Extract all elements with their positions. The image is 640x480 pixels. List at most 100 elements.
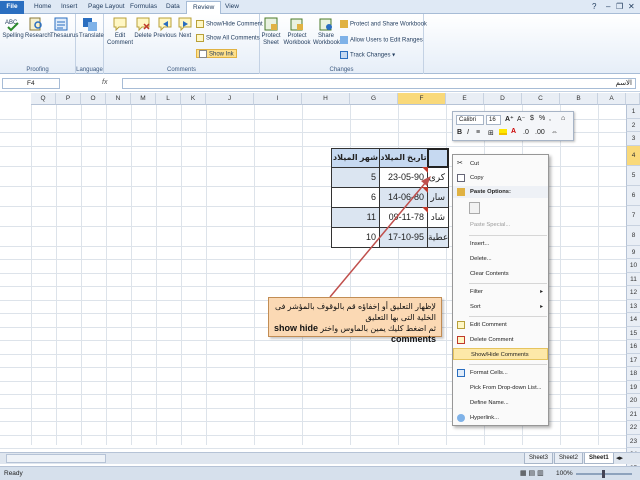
cell-date-4[interactable]: 17-10-95 xyxy=(379,227,428,248)
align-center-icon[interactable]: ≡ xyxy=(476,129,480,136)
font-name-select[interactable]: Calibri xyxy=(456,115,484,125)
column-header[interactable]: B xyxy=(560,93,598,105)
column-header[interactable]: D xyxy=(484,93,522,105)
sheet-nav-arrows-icon[interactable]: ◂▸ xyxy=(616,454,623,462)
cell-month-2[interactable]: 6 xyxy=(331,187,380,208)
paste-button[interactable] xyxy=(469,202,480,214)
zoom-level[interactable]: 100% xyxy=(556,467,573,480)
row-header[interactable]: 23 xyxy=(626,434,640,448)
menu-item-clear-contents[interactable]: Clear Contents xyxy=(453,268,548,280)
help-icon[interactable]: ? xyxy=(592,2,596,11)
sheet-tab-sheet3[interactable]: Sheet3 xyxy=(524,453,554,464)
column-header[interactable]: K xyxy=(181,93,206,105)
edit-comment-button[interactable]: Edit Comment xyxy=(107,16,133,47)
menu-item-copy[interactable]: Copy xyxy=(453,172,548,184)
menu-item-hyperlink[interactable]: Hyperlink... xyxy=(453,412,548,424)
menu-item-paste-special[interactable]: Paste Special... xyxy=(453,219,548,231)
select-all-corner[interactable] xyxy=(626,93,640,105)
column-header[interactable]: P xyxy=(56,93,81,105)
header-birth-month[interactable]: شهر الميلاد xyxy=(331,148,380,168)
column-header[interactable]: I xyxy=(254,93,302,105)
menu-item-show-hide-comments[interactable]: Show/Hide Comments xyxy=(453,348,548,360)
increase-decimal-icon[interactable]: .0 xyxy=(523,129,529,136)
menu-item-filter[interactable]: Filter ▸ xyxy=(453,286,548,298)
row-header[interactable]: 4 xyxy=(626,145,640,166)
row-header[interactable]: 21 xyxy=(626,407,640,421)
row-header[interactable]: 22 xyxy=(626,421,640,435)
row-header[interactable]: 2 xyxy=(626,118,640,132)
row-header[interactable]: 1 xyxy=(626,105,640,119)
percent-format-button[interactable]: % xyxy=(539,115,545,122)
font-color-icon[interactable]: A xyxy=(511,128,516,135)
cell-name-1[interactable]: كرى xyxy=(427,167,449,188)
tab-review[interactable]: Review xyxy=(186,1,222,14)
fill-color-icon[interactable] xyxy=(499,129,507,135)
restore-icon[interactable]: ❐ xyxy=(616,2,623,11)
cell-date-1[interactable]: 23-05-90 xyxy=(379,167,428,188)
merge-center-icon[interactable]: ⇔ xyxy=(551,129,558,136)
protect-sheet-button[interactable]: Protect Sheet xyxy=(261,16,281,47)
sheet-tab-sheet1[interactable]: Sheet1 xyxy=(584,453,614,464)
view-buttons-icon[interactable]: ▦ ▤ ▥ xyxy=(520,467,544,480)
tab-home[interactable]: Home xyxy=(28,1,57,14)
cell-month-3[interactable]: 11 xyxy=(331,207,380,228)
column-header[interactable]: M xyxy=(131,93,156,105)
column-header[interactable]: H xyxy=(302,93,350,105)
menu-item-delete[interactable]: Delete... xyxy=(453,253,548,265)
selected-cell-f4[interactable] xyxy=(427,148,449,168)
italic-icon[interactable]: I xyxy=(467,129,469,136)
tab-insert[interactable]: Insert xyxy=(55,1,83,14)
cell-month-4[interactable]: 10 xyxy=(331,227,380,248)
row-header[interactable]: 8 xyxy=(626,225,640,246)
allow-users-edit-ranges-button[interactable]: Allow Users to Edit Ranges xyxy=(340,36,423,45)
protect-workbook-button[interactable]: Protect Workbook xyxy=(283,16,311,47)
row-header[interactable]: 6 xyxy=(626,185,640,206)
row-header[interactable]: 7 xyxy=(626,205,640,226)
delete-comment-button[interactable]: Delete xyxy=(132,16,154,40)
cell-date-2[interactable]: 14-06-80 xyxy=(379,187,428,208)
next-comment-button[interactable]: Next xyxy=(176,16,194,40)
menu-item-format-cells[interactable]: Format Cells... xyxy=(453,367,548,379)
cell-name-4[interactable]: عطية xyxy=(427,227,449,248)
name-box[interactable]: F4 xyxy=(2,78,60,89)
row-header[interactable]: 17 xyxy=(626,353,640,367)
currency-format-button[interactable]: $ xyxy=(530,115,534,122)
menu-item-define-name[interactable]: Define Name... xyxy=(453,397,548,409)
row-header[interactable]: 10 xyxy=(626,259,640,273)
row-header[interactable]: 12 xyxy=(626,286,640,300)
comma-style-icon[interactable]: , xyxy=(549,115,551,122)
menu-item-edit-comment[interactable]: Edit Comment xyxy=(453,319,548,331)
column-header[interactable]: L xyxy=(156,93,181,105)
row-header[interactable]: 5 xyxy=(626,165,640,186)
decrease-decimal-icon[interactable]: .00 xyxy=(535,129,545,136)
row-header[interactable]: 16 xyxy=(626,340,640,354)
row-header[interactable]: 18 xyxy=(626,367,640,381)
research-button[interactable]: Research xyxy=(25,16,51,40)
bold-icon[interactable]: B xyxy=(457,129,462,136)
formula-input[interactable]: الاسم xyxy=(122,78,636,89)
row-header[interactable]: 9 xyxy=(626,245,640,259)
cell-month-1[interactable]: 5 xyxy=(331,167,380,188)
column-header[interactable]: E xyxy=(446,93,484,105)
minimize-icon[interactable]: – xyxy=(606,2,610,11)
fx-icon[interactable]: fx xyxy=(102,79,107,86)
row-header[interactable]: 19 xyxy=(626,380,640,394)
share-workbook-button[interactable]: Share Workbook xyxy=(313,16,340,47)
column-header[interactable]: G xyxy=(350,93,398,105)
show-ink-button[interactable]: Show Ink xyxy=(196,49,237,58)
translate-button[interactable]: Translate xyxy=(79,16,104,40)
tab-file[interactable]: File xyxy=(0,1,24,14)
sheet-tab-sheet2[interactable]: Sheet2 xyxy=(554,453,584,464)
column-header[interactable]: N xyxy=(106,93,131,105)
font-size-select[interactable]: 16 xyxy=(486,115,501,125)
grow-font-icon[interactable]: A⁺ xyxy=(505,115,514,123)
shrink-font-icon[interactable]: A⁻ xyxy=(517,115,525,123)
column-header[interactable]: A xyxy=(598,93,626,105)
row-header[interactable]: 14 xyxy=(626,313,640,327)
row-header[interactable]: 20 xyxy=(626,394,640,408)
close-icon[interactable]: ✕ xyxy=(628,2,635,11)
format-painter-icon[interactable]: ⌂ xyxy=(561,115,565,122)
cell-name-3[interactable]: شاد xyxy=(427,207,449,228)
row-header[interactable]: 13 xyxy=(626,299,640,313)
column-header[interactable]: J xyxy=(206,93,254,105)
